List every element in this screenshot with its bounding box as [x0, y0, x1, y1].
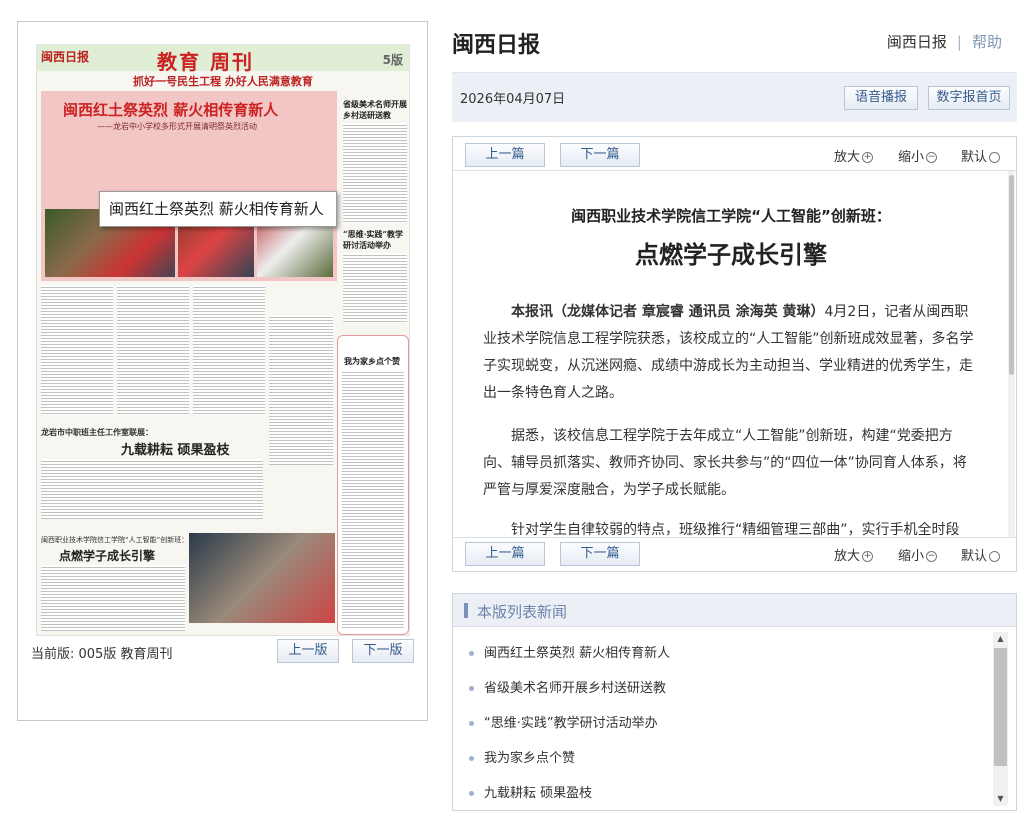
top-links: 闽西日报 | 帮助	[887, 31, 1002, 52]
minus-circle-icon: −	[926, 551, 938, 562]
help-link[interactable]: 帮助	[972, 33, 1002, 51]
zoom-default-button[interactable]: 默认	[961, 146, 1001, 165]
plus-circle-icon: +	[862, 152, 874, 163]
np-low-text	[41, 565, 185, 631]
zoom-in-button[interactable]: 放大 +	[834, 146, 874, 165]
np-edition: 5版	[382, 53, 403, 67]
article-viewer: 上一篇 下一篇 放大 + 缩小 − 默认 闽西职业技术学院信工学院“人工智能”创新班…	[452, 136, 1017, 572]
article-scrollbar[interactable]	[1008, 171, 1015, 539]
np-text-col-1	[41, 285, 113, 415]
zoom-in-label: 放大	[834, 150, 861, 165]
news-list-panel: 本版列表新闻 闽西红土祭英烈 薪火相传育新人 省级美术名师开展乡村送研送教 “思…	[452, 593, 1017, 811]
article-subtitle: 闽西职业技术学院信工学院“人工智能”创新班：	[571, 207, 891, 225]
np-low-head[interactable]: 点燃学子成长引擎	[59, 547, 155, 564]
title-bar-icon	[464, 603, 468, 618]
article-paragraph-2: 据悉，该校信息工程学院于去年成立“人工智能”创新班，构建“党委把方向、辅导员抓落…	[483, 428, 967, 498]
newspaper-page-image[interactable]: 闽西日报 教育 周刊 5版 抓好一号民生工程 办好人民满意教育 闽西红土祭英烈 …	[36, 44, 410, 636]
bullet-icon	[469, 651, 474, 656]
np-side-text-2	[343, 253, 407, 323]
news-list-item[interactable]: 我为家乡点个赞	[469, 747, 575, 767]
news-list-item-label: “思维·实践”教学研讨活动举办	[484, 716, 658, 731]
circle-icon	[989, 152, 1001, 163]
news-list-item-label: 九载耕耘 硕果盈枝	[484, 786, 593, 801]
minus-circle-icon: −	[926, 152, 938, 163]
zoom-out-label: 缩小	[898, 549, 925, 564]
news-list-item[interactable]: 省级美术名师开展乡村送研送教	[469, 677, 666, 697]
zoom-default-label: 默认	[961, 549, 988, 564]
np-section-title: 教育 周刊	[157, 50, 254, 74]
np-column-box[interactable]: 我为家乡点个赞	[337, 335, 409, 635]
np-mid-kicker: 龙岩市中职班主任工作室联展：	[41, 428, 153, 437]
bullet-icon	[469, 721, 474, 726]
np-text-col-3	[193, 285, 265, 415]
zoom-in-button-bottom[interactable]: 放大 +	[834, 545, 874, 564]
news-list-item[interactable]: 九载耕耘 硕果盈枝	[469, 782, 592, 802]
np-column-head: 我为家乡点个赞	[344, 357, 400, 366]
news-list-item-label: 我为家乡点个赞	[484, 751, 576, 766]
news-list-item-label: 闽西红土祭英烈 薪火相传育新人	[484, 646, 671, 661]
zoom-in-label: 放大	[834, 549, 861, 564]
news-list-title: 本版列表新闻	[477, 603, 568, 621]
zoom-out-label: 缩小	[898, 150, 925, 165]
prev-article-button-bottom[interactable]: 上一篇	[465, 542, 545, 566]
article-byline: 本报讯（龙媒体记者 章宸睿 通讯员 涂海英 黄琳）	[511, 304, 825, 320]
article-title: 点燃学子成长引擎	[635, 241, 827, 269]
scroll-up-icon[interactable]: ▲	[993, 632, 1008, 646]
current-version-label: 当前版: 005版 教育周刊	[31, 647, 173, 662]
news-list-header: 本版列表新闻	[453, 594, 1016, 627]
article-scroll-thumb[interactable]	[1009, 175, 1014, 375]
np-logo: 闽西日报	[41, 50, 90, 64]
news-list-scrollbar[interactable]: ▲ ▼	[993, 632, 1008, 806]
zoom-default-label: 默认	[961, 150, 988, 165]
next-article-button[interactable]: 下一篇	[560, 143, 640, 167]
link-separator: |	[956, 33, 962, 51]
news-list-item-label: 省级美术名师开展乡村送研送教	[484, 681, 667, 696]
np-headline-sub: ——龙岩中小学校多形式开展清明祭英烈活动	[97, 122, 257, 131]
np-text-col-4	[269, 315, 333, 465]
zoom-default-button-bottom[interactable]: 默认	[961, 545, 1001, 564]
prev-article-button[interactable]: 上一篇	[465, 143, 545, 167]
zoom-out-button-bottom[interactable]: 缩小 −	[898, 545, 938, 564]
next-article-button-bottom[interactable]: 下一篇	[560, 542, 640, 566]
next-page-button[interactable]: 下一版	[352, 639, 414, 663]
article-body: 闽西职业技术学院信工学院“人工智能”创新班： 点燃学子成长引擎 本报讯（龙媒体记…	[453, 171, 1009, 539]
news-list-item[interactable]: “思维·实践”教学研讨活动举办	[469, 712, 658, 732]
issue-date: 2026年04月07日	[460, 92, 566, 107]
prev-page-button[interactable]: 上一版	[277, 639, 339, 663]
article-toolbar-bottom: 上一篇 下一篇 放大 + 缩小 − 默认	[453, 537, 1016, 571]
np-mid-text	[41, 459, 263, 519]
site-title: 闽西日报	[452, 33, 541, 58]
digital-paper-home-button[interactable]: 数字报首页	[928, 86, 1010, 110]
circle-icon	[989, 551, 1001, 562]
np-text-col-2	[117, 285, 189, 415]
np-side-text-1	[343, 123, 407, 223]
plus-circle-icon: +	[862, 551, 874, 562]
newspaper-panel: 闽西日报 教育 周刊 5版 抓好一号民生工程 办好人民满意教育 闽西红土祭英烈 …	[17, 21, 428, 721]
np-article-headline-area[interactable]: 闽西红土祭英烈 薪火相传育新人 ——龙岩中小学校多形式开展清明祭英烈活动	[41, 91, 337, 281]
voice-broadcast-button[interactable]: 语音播报	[844, 86, 918, 110]
np-side-head-2[interactable]: “思维·实践”教学研讨活动举办	[343, 229, 409, 251]
np-slogan: 抓好一号民生工程 办好人民满意教育	[133, 75, 313, 88]
bullet-icon	[469, 686, 474, 691]
zoom-out-button[interactable]: 缩小 −	[898, 146, 938, 165]
np-side-head-1[interactable]: 省级美术名师开展乡村送研送教	[343, 99, 409, 121]
bullet-icon	[469, 791, 474, 796]
bullet-icon	[469, 756, 474, 761]
scroll-down-icon[interactable]: ▼	[993, 792, 1008, 806]
np-column-text	[342, 370, 404, 628]
np-mid-head[interactable]: 九载耕耘 硕果盈枝	[121, 439, 230, 458]
np-masthead: 闽西日报 教育 周刊 5版	[37, 45, 409, 74]
np-low-kicker: 闽西职业技术学院信工学院“人工智能”创新班：	[41, 536, 189, 544]
np-headline: 闽西红土祭英烈 薪火相传育新人	[63, 101, 279, 119]
date-bar: 2026年04月07日 语音播报 数字报首页	[452, 72, 1017, 122]
home-link[interactable]: 闽西日报	[887, 33, 947, 51]
np-photo-4	[189, 533, 335, 623]
article-paragraph-1: 本报讯（龙媒体记者 章宸睿 通讯员 涂海英 黄琳）4月2日，记者从闽西职业技术学…	[483, 299, 979, 407]
article-toolbar-top: 上一篇 下一篇 放大 + 缩小 − 默认	[453, 137, 1016, 171]
news-list-item[interactable]: 闽西红土祭英烈 薪火相传育新人	[469, 642, 670, 662]
news-list-scroll-thumb[interactable]	[994, 648, 1007, 766]
headline-tooltip: 闽西红土祭英烈 薪火相传育新人	[99, 191, 337, 227]
article-paragraph-3: 针对学生自律较弱的特点，班级推行“精细管理三部曲”，实行手机全时段	[511, 522, 960, 538]
